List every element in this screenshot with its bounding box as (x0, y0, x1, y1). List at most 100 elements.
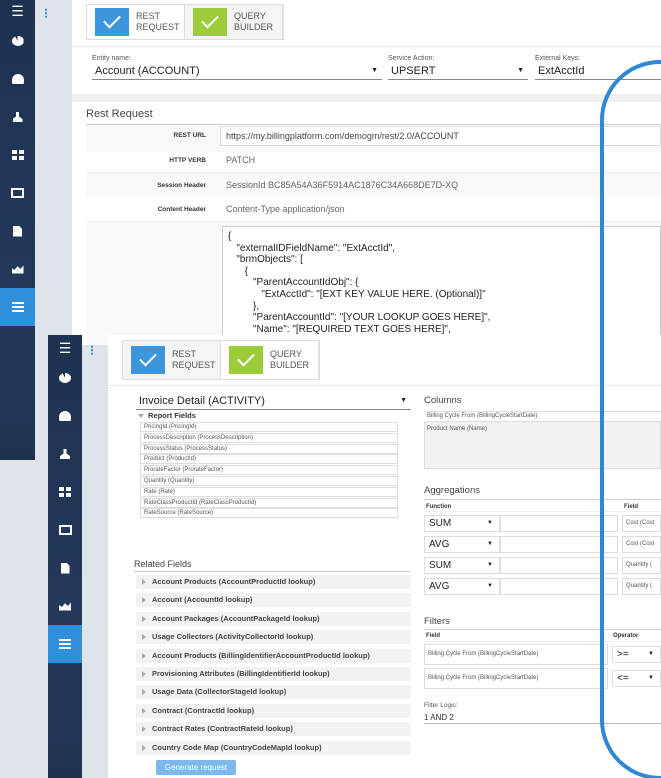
sidebar-item-pie[interactable] (48, 359, 82, 397)
entity-value: Account (ACCOUNT) (95, 65, 200, 77)
agg-function-select[interactable]: SUM ▼ (424, 557, 500, 574)
filter-logic-value: 1 AND 2 (424, 713, 454, 722)
gauge-icon (59, 411, 71, 421)
menu-icon[interactable]: ☰ (11, 2, 24, 22)
report-field-item[interactable]: Product (ProductId) (140, 454, 398, 465)
agg-function-select[interactable]: AVG ▼ (424, 536, 500, 553)
sidebar-item-doc[interactable] (0, 212, 35, 250)
document-icon (13, 225, 22, 237)
related-fields-title: Related Fields (134, 559, 192, 569)
report-field-item[interactable]: ProcessStatus (ProcessStatus) (140, 443, 398, 454)
http-verb-label: HTTP VERB (169, 157, 206, 164)
report-field-item[interactable]: ProcessDescription (ProcessDescription) (140, 432, 398, 443)
filter-field-cell[interactable]: Billing Cycle From (BillingCycleStartDat… (424, 644, 608, 665)
grid-icon (11, 150, 24, 160)
pie-chart-icon (59, 373, 71, 383)
caret-down-icon: ▼ (487, 520, 493, 526)
report-field-item[interactable]: Rate (Rate) (140, 486, 398, 497)
related-field-item[interactable]: Country Code Map (CountryCodeMapId looku… (136, 740, 411, 755)
rest-url-label: REST URL (173, 132, 207, 139)
related-field-label: Usage Collectors (ActivityCollectorId lo… (152, 632, 314, 642)
expand-icon (142, 597, 146, 604)
divider (108, 385, 661, 386)
sidebar-item-doc[interactable] (48, 549, 82, 587)
sidebar-item-chart[interactable] (48, 587, 82, 625)
check-icon (131, 346, 165, 374)
agg-function-value: AVG (429, 581, 450, 592)
service-select[interactable]: UPSERT ▼ (388, 63, 528, 80)
query-builder-window: REST REQUEST QUERY BUILDER Invoice Detai… (108, 335, 661, 778)
related-field-label: Provisioning Attributes (BillingIdentifi… (152, 669, 330, 678)
report-field-item[interactable]: RateSource (RateSource) (140, 508, 398, 519)
related-field-item[interactable]: Contract (ContractId lookup) (136, 703, 411, 718)
sidebar-item-card[interactable] (48, 511, 82, 549)
filter-field-cell[interactable]: Billing Cycle From (BillingCycleStartDat… (424, 668, 608, 689)
agg-function-select[interactable]: AVG ▼ (424, 578, 500, 595)
rest-request-window: REST REQUEST QUERY BUILDER Entity name: … (72, 0, 661, 345)
table-icon (59, 639, 71, 649)
sidebar-item-table[interactable] (48, 625, 82, 663)
sidebar-item-user[interactable] (0, 98, 35, 136)
report-field-item[interactable]: ProrateFactor (ProrateFactor) (140, 465, 398, 476)
tab-query-builder[interactable]: QUERY BUILDER (221, 341, 319, 379)
related-field-label: Account Packages (AccountPackageId looku… (152, 613, 320, 623)
filters-title: Filters (424, 616, 450, 627)
entity-select[interactable]: Invoice Detail (ACTIVITY) ▼ (136, 393, 411, 410)
user-icon (60, 449, 70, 459)
sidebar-back: ☰ (0, 0, 35, 460)
related-field-item[interactable]: Account Products (BillingIdentifierAccou… (136, 648, 411, 663)
report-field-item[interactable]: Quantity (Quantity) (140, 476, 398, 486)
card-icon (58, 525, 72, 535)
agg-function-select[interactable]: SUM ▼ (424, 515, 500, 532)
content-header-value: Content-Type application/json (226, 204, 345, 214)
expand-icon (142, 652, 146, 659)
related-field-item[interactable]: Account Packages (AccountPackageId looku… (136, 611, 411, 626)
expand-icon (142, 671, 146, 677)
sidebar-item-user[interactable] (48, 435, 82, 473)
document-icon (60, 562, 70, 574)
caret-down-icon: ▼ (487, 562, 493, 568)
related-field-item[interactable]: Provisioning Attributes (BillingIdentifi… (136, 667, 411, 681)
related-field-item[interactable]: Account Products (AccountProductId looku… (136, 575, 411, 589)
grid-icon (59, 487, 71, 497)
sidebar-item-gauge[interactable] (0, 60, 35, 98)
tab-rest-request[interactable]: REST REQUEST (87, 5, 185, 39)
entity-select[interactable]: Account (ACCOUNT) ▼ (92, 63, 382, 80)
divider (134, 571, 410, 572)
request-body-editor[interactable]: { "externalIDFieldName": "ExtAcctId", "b… (222, 226, 661, 345)
related-field-item[interactable]: Usage Data (CollectorStageId lookup) (136, 685, 411, 700)
generate-request-button[interactable]: Generate request (156, 760, 236, 775)
sidebar-item-gauge[interactable] (48, 397, 82, 435)
more-vertical-icon[interactable] (90, 345, 94, 355)
tab-label: REST REQUEST (172, 349, 216, 370)
more-vertical-icon[interactable] (44, 8, 48, 18)
report-field-item[interactable]: RateClassProductId (RateClassProductId) (140, 497, 398, 508)
check-icon (229, 346, 263, 374)
columns-title: Columns (424, 395, 462, 406)
sidebar-item-table[interactable] (0, 288, 35, 326)
area-chart-icon (11, 265, 24, 274)
caret-down-icon: ▼ (371, 67, 378, 74)
sidebar-item-card[interactable] (0, 174, 35, 212)
divider (72, 46, 661, 47)
sidebar-item-chart[interactable] (0, 250, 35, 288)
related-field-label: Contract Rates (ContractRateId lookup) (152, 724, 293, 734)
expand-icon (142, 634, 146, 641)
expand-icon (142, 689, 146, 696)
expand-icon (142, 579, 146, 585)
related-field-item[interactable]: Usage Collectors (ActivityCollectorId lo… (136, 630, 411, 645)
session-header-value: SessionId BC85A54A36F5914AC1876C34A668DE… (226, 180, 459, 190)
report-field-item[interactable]: PricingId (PricingId) (140, 422, 398, 432)
sidebar-item-grid[interactable] (0, 136, 35, 174)
caret-down-icon: ▼ (487, 541, 493, 547)
tab-rest-request[interactable]: REST REQUEST (123, 341, 221, 379)
related-field-item[interactable]: Contract Rates (ContractRateId lookup) (136, 722, 411, 737)
tab-query-builder[interactable]: QUERY BUILDER (185, 5, 283, 39)
sidebar-item-grid[interactable] (48, 473, 82, 511)
menu-icon[interactable]: ☰ (59, 339, 72, 359)
related-field-label: Contract (ContractId lookup) (152, 705, 255, 715)
sidebar-item-pie[interactable] (0, 22, 35, 60)
related-field-item[interactable]: Account (AccountId lookup) (136, 593, 411, 608)
expand-icon[interactable] (138, 414, 144, 418)
agg-function-value: SUM (429, 560, 452, 571)
